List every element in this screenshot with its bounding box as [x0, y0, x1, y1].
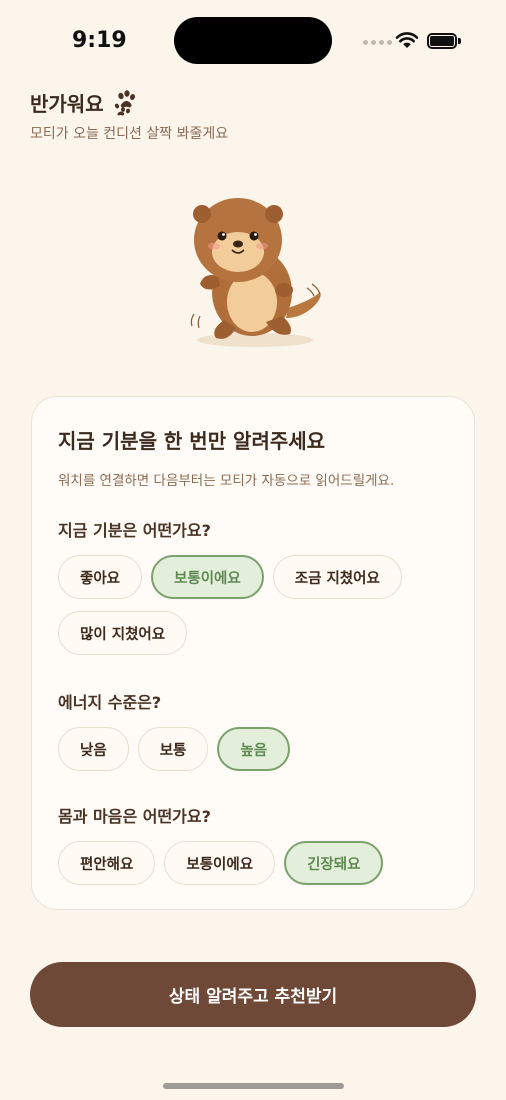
mood-option-good[interactable]: 좋아요 [58, 555, 143, 599]
mood-options-row-2: 많이 지쳤어요 [58, 611, 188, 655]
energy-options-row: 낮음 보통 높음 [58, 727, 291, 771]
home-indicator[interactable] [163, 1083, 344, 1089]
card-description: 워치를 연결하면 다음부터는 모티가 자동으로 읽어드릴게요. [58, 473, 395, 489]
mood-option-very-tired[interactable]: 많이 지쳤어요 [58, 611, 188, 655]
status-bar: 9:19 [0, 0, 506, 80]
card-title: 지금 기분을 한 번만 알려주세요 [58, 429, 326, 453]
body-mind-question-label: 몸과 마음은 어떤가요? [58, 807, 211, 826]
wifi-icon [395, 32, 419, 48]
body-mind-option-tense[interactable]: 긴장돼요 [284, 841, 384, 885]
energy-option-low[interactable]: 낮음 [58, 727, 129, 771]
greeting: 반가워요 [30, 88, 142, 117]
battery-icon [427, 33, 461, 49]
mood-options-row-1: 좋아요 보통이에요 조금 지쳤어요 [58, 555, 402, 599]
body-mind-option-relaxed[interactable]: 편안해요 [58, 841, 156, 885]
subtitle: 모티가 오늘 컨디션 살짝 봐줄게요 [30, 126, 229, 142]
mood-option-normal[interactable]: 보통이에요 [151, 555, 264, 599]
otter-mascot [190, 198, 321, 347]
energy-option-high[interactable]: 높음 [217, 727, 291, 771]
body-mind-options-row: 편안해요 보통이에요 긴장돼요 [58, 841, 384, 885]
status-time: 9:19 [72, 28, 127, 53]
signal-icon [363, 40, 392, 45]
body-mind-option-normal[interactable]: 보통이에요 [164, 841, 276, 885]
paw-icon [114, 89, 135, 115]
mood-option-a-bit-tired[interactable]: 조금 지쳤어요 [272, 555, 402, 599]
dynamic-island [174, 17, 332, 64]
energy-question-label: 에너지 수준은? [58, 693, 162, 712]
greeting-title: 반가워요 [30, 92, 104, 116]
mood-check-card: 지금 기분을 한 번만 알려주세요 워치를 연결하면 다음부터는 모티가 자동으… [31, 396, 475, 910]
submit-recommendation-button[interactable]: 상태 알려주고 추천받기 [30, 962, 476, 1027]
energy-option-medium[interactable]: 보통 [137, 727, 209, 771]
mood-question-label: 지금 기분은 어떤가요? [58, 521, 211, 540]
